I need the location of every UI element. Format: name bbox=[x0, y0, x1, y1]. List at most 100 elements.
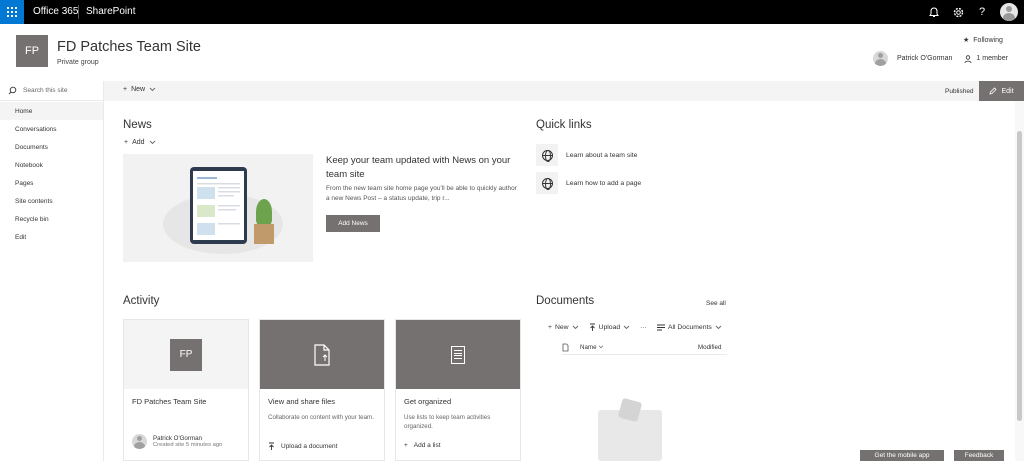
owner-avatar[interactable] bbox=[873, 51, 888, 66]
nav-item-notebook[interactable]: Notebook bbox=[0, 156, 103, 174]
app-launcher-button[interactable] bbox=[0, 0, 24, 24]
tablet-image bbox=[190, 167, 247, 244]
documents-new-button[interactable]: + New bbox=[548, 324, 579, 331]
activity-card-title: FD Patches Team Site bbox=[132, 397, 207, 406]
upload-icon bbox=[589, 323, 595, 331]
member-count-button[interactable]: 1 member bbox=[964, 54, 1008, 63]
quick-link-label: Learn how to add a page bbox=[566, 179, 642, 187]
publish-status: Published bbox=[945, 88, 974, 95]
activity-card-image bbox=[260, 320, 384, 389]
nav-item-documents[interactable]: Documents bbox=[0, 138, 103, 156]
upload-document-button[interactable]: Upload a document bbox=[268, 442, 337, 451]
news-title: News bbox=[123, 119, 152, 131]
left-navigation: Search this site Home Conversations Docu… bbox=[0, 81, 104, 461]
globe-icon bbox=[536, 172, 558, 194]
plus-icon: + bbox=[124, 139, 129, 146]
nav-item-edit[interactable]: Edit bbox=[0, 228, 103, 246]
edit-button[interactable]: Edit bbox=[979, 81, 1024, 101]
gear-icon[interactable] bbox=[946, 0, 970, 24]
file-type-icon bbox=[562, 343, 569, 352]
quick-link-add-page[interactable]: Learn how to add a page bbox=[536, 172, 736, 194]
help-icon[interactable]: ? bbox=[970, 0, 994, 24]
office365-link[interactable]: Office 365 bbox=[33, 6, 78, 17]
nav-item-home[interactable]: Home bbox=[0, 102, 103, 120]
add-list-button[interactable]: + Add a list bbox=[404, 442, 441, 449]
view-switcher[interactable]: All Documents bbox=[656, 324, 722, 331]
suite-actions: ? bbox=[922, 0, 1024, 24]
documents-command-bar: + New Upload ··· All Documents bbox=[548, 323, 722, 332]
plus-icon: + bbox=[548, 324, 552, 331]
activity-card-author: Patrick O'Gorman Created site 5 minutes … bbox=[132, 434, 222, 449]
column-header-name[interactable]: Name bbox=[580, 344, 604, 351]
globe-icon bbox=[536, 144, 558, 166]
scroll-thumb[interactable] bbox=[1017, 131, 1022, 421]
upload-document-label: Upload a document bbox=[281, 443, 338, 450]
news-add-label: Add bbox=[132, 139, 145, 146]
nav-item-site-contents[interactable]: Site contents bbox=[0, 192, 103, 210]
documents-upload-label: Upload bbox=[598, 324, 621, 331]
chevron-down-icon bbox=[572, 325, 578, 330]
view-label: All Documents bbox=[667, 324, 712, 331]
command-bar: + New Published Edit bbox=[104, 81, 1024, 101]
activity-card-files[interactable]: View and share files Collaborate on cont… bbox=[259, 319, 385, 461]
nav-item-recycle-bin[interactable]: Recycle bin bbox=[0, 210, 103, 228]
activity-card-site[interactable]: FP FD Patches Team Site Patrick O'Gorman… bbox=[123, 319, 249, 461]
pencil-icon bbox=[989, 87, 998, 95]
chevron-down-icon bbox=[149, 87, 156, 92]
following-button[interactable]: ★ Following bbox=[963, 36, 1003, 45]
activity-card-lists[interactable]: Get organized Use lists to keep team act… bbox=[395, 319, 521, 461]
activity-card-image bbox=[396, 320, 520, 389]
list-icon bbox=[451, 345, 465, 364]
feedback-button[interactable]: Feedback bbox=[954, 450, 1004, 461]
see-all-link[interactable]: See all bbox=[706, 300, 726, 307]
site-title[interactable]: FD Patches Team Site bbox=[57, 39, 201, 55]
plus-icon: + bbox=[123, 86, 128, 93]
add-news-button[interactable]: Add News bbox=[326, 215, 380, 232]
site-header: FP FD Patches Team Site Private group ★ … bbox=[0, 24, 1024, 81]
user-avatar[interactable] bbox=[1000, 3, 1018, 21]
chevron-down-icon bbox=[149, 140, 155, 145]
news-add-button[interactable]: + Add bbox=[124, 139, 156, 146]
activity-card-title: Get organized bbox=[404, 397, 452, 406]
list-view-icon bbox=[656, 324, 665, 331]
quick-link-team-site[interactable]: Learn about a team site bbox=[536, 144, 736, 166]
owner-name[interactable]: Patrick O'Gorman bbox=[897, 55, 952, 62]
activity-card-image: FP bbox=[124, 320, 248, 389]
site-members: Patrick O'Gorman 1 member bbox=[873, 51, 1008, 66]
nav-item-pages[interactable]: Pages bbox=[0, 174, 103, 192]
more-options-button[interactable]: ··· bbox=[640, 324, 647, 331]
bell-icon[interactable] bbox=[922, 0, 946, 24]
chevron-down-icon bbox=[623, 325, 630, 330]
star-icon: ★ bbox=[963, 37, 970, 44]
member-count-label: 1 member bbox=[976, 55, 1008, 62]
chevron-down-icon bbox=[598, 345, 604, 349]
news-illustration bbox=[123, 154, 313, 262]
quick-links-title: Quick links bbox=[536, 119, 592, 131]
nav-item-conversations[interactable]: Conversations bbox=[0, 120, 103, 138]
documents-upload-button[interactable]: Upload bbox=[589, 323, 631, 332]
author-activity: Created site 5 minutes ago bbox=[153, 442, 223, 448]
suite-divider bbox=[78, 5, 79, 19]
author-name: Patrick O'Gorman bbox=[153, 435, 202, 442]
following-label: Following bbox=[973, 36, 1003, 44]
chevron-down-icon bbox=[715, 325, 722, 330]
column-header-modified[interactable]: Modified bbox=[698, 344, 721, 351]
activity-card-description: Collaborate on content with your team. bbox=[268, 414, 374, 421]
column-name-label: Name bbox=[580, 344, 597, 351]
documents-title: Documents bbox=[536, 295, 595, 307]
edit-label: Edit bbox=[1001, 87, 1014, 95]
news-description: From the new team site home page you'll … bbox=[326, 185, 517, 202]
search-input[interactable]: Search this site bbox=[0, 81, 103, 101]
activity-title: Activity bbox=[123, 295, 160, 307]
add-list-label: Add a list bbox=[413, 442, 441, 449]
search-placeholder: Search this site bbox=[23, 87, 68, 94]
person-icon bbox=[965, 54, 972, 63]
documents-new-label: New bbox=[554, 324, 569, 331]
page-scrollbar[interactable] bbox=[1015, 101, 1024, 461]
site-logo[interactable]: FP bbox=[16, 35, 48, 67]
waffle-icon bbox=[7, 7, 17, 17]
new-menu-button[interactable]: + New bbox=[123, 86, 156, 93]
get-mobile-app-button[interactable]: Get the mobile app bbox=[860, 450, 944, 461]
document-icon bbox=[314, 343, 330, 366]
sharepoint-link[interactable]: SharePoint bbox=[86, 6, 135, 17]
